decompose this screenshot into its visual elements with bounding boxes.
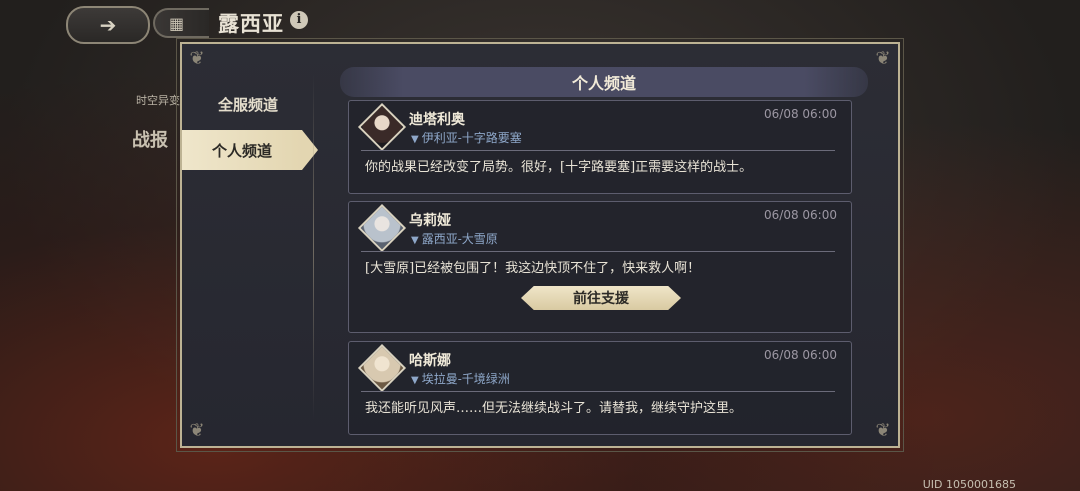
message-text: [大雪原]已经被包围了！我这边快顶不住了，快来救人啊！ (365, 261, 701, 276)
message-text: 我还能听见风声……但无法继续战斗了。请替我，继续守护这里。 (365, 401, 743, 416)
uid-label: UID 1050001685 (922, 478, 1016, 491)
corner-ornament-icon: ❦ (875, 420, 891, 441)
tab-personal[interactable]: 个人频道 (182, 130, 318, 170)
chat-panel: ❦ ❦ ❦ ❦ 全服频道 个人频道 个人频道 迪塔利奥 ▼ 伊利亚-十字路要塞 0… (176, 38, 904, 452)
message-time: 06/08 06:00 (764, 208, 837, 222)
channel-sidebar: 全服频道 个人频道 (182, 44, 318, 446)
corner-ornament-icon: ❦ (875, 48, 891, 69)
grid-menu-icon: ▦ (169, 13, 185, 33)
message-text: 你的战果已经改变了局势。很好，[十字路要塞]正需要这样的战士。 (365, 160, 753, 175)
sender-location: ▼ 露西亚-大雪原 (411, 232, 498, 246)
sender-location: ▼ 埃拉曼-千境绿洲 (411, 372, 510, 386)
top-bar: ➔ ▦ 露西亚 i (0, 0, 1080, 44)
back-arrow-icon: ➔ (99, 13, 117, 37)
info-icon[interactable]: i (290, 11, 308, 29)
bg-battle-report-label: 战报 (132, 130, 168, 151)
message-list[interactable]: 迪塔利奥 ▼ 伊利亚-十字路要塞 06/08 06:00 你的战果已经改变了局势。… (348, 66, 856, 436)
avatar[interactable] (357, 102, 407, 152)
avatar[interactable] (357, 343, 407, 393)
avatar[interactable] (357, 203, 407, 253)
message-time: 06/08 06:00 (764, 107, 837, 121)
location-pin-icon: ▼ (411, 375, 419, 386)
channel-title: 个人频道 (340, 67, 868, 97)
divider (361, 251, 835, 252)
divider (361, 391, 835, 392)
region-title: 露西亚 (218, 11, 284, 36)
sender-location: ▼ 伊利亚-十字路要塞 (411, 131, 522, 145)
sender-name: 迪塔利奥 (409, 112, 465, 128)
bg-event-label: 时空异变 (136, 94, 180, 107)
location-pin-icon: ▼ (411, 235, 419, 246)
divider (361, 150, 835, 151)
message-card: 乌莉娅 ▼ 露西亚-大雪原 06/08 06:00 [大雪原]已经被包围了！我这边… (348, 201, 852, 333)
message-time: 06/08 06:00 (764, 348, 837, 362)
sidebar-divider (313, 74, 314, 419)
go-support-button[interactable]: 前往支援 (521, 286, 681, 310)
message-card: 哈斯娜 ▼ 埃拉曼-千境绿洲 06/08 06:00 我还能听见风声……但无法继续… (348, 341, 852, 435)
tab-all-server[interactable]: 全服频道 (182, 84, 314, 124)
back-button[interactable]: ➔ (66, 6, 150, 44)
sender-name: 哈斯娜 (409, 353, 451, 369)
message-card: 迪塔利奥 ▼ 伊利亚-十字路要塞 06/08 06:00 你的战果已经改变了局势。… (348, 100, 852, 194)
location-pin-icon: ▼ (411, 134, 419, 145)
sender-name: 乌莉娅 (409, 213, 451, 229)
menu-button[interactable]: ▦ (153, 8, 209, 38)
